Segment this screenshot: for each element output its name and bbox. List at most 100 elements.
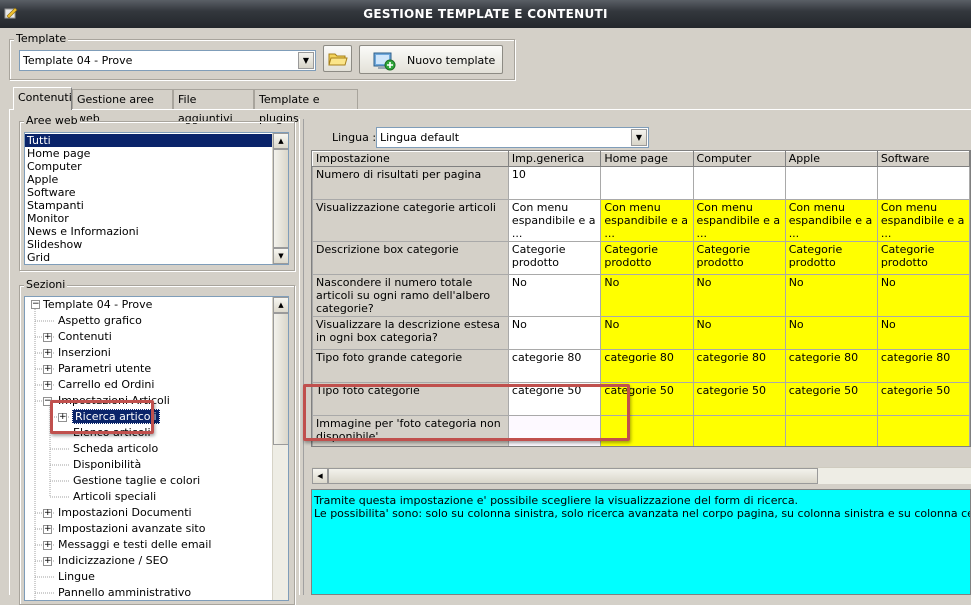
tab-file-aggiuntivi[interactable]: File aggiuntivi bbox=[173, 89, 254, 125]
aree-web-list[interactable]: Tutti Home page Computer Apple Software … bbox=[24, 132, 289, 265]
area-value-cell[interactable] bbox=[784, 415, 878, 446]
expand-icon[interactable]: + bbox=[43, 557, 52, 566]
generic-value-cell[interactable]: No bbox=[507, 274, 602, 317]
tree-node-impostazioni-documenti[interactable]: + Impostazioni Documenti bbox=[43, 505, 192, 521]
tree-node-lingue[interactable]: Lingue bbox=[58, 569, 95, 585]
tree-node-disponibilita[interactable]: Disponibilità bbox=[73, 457, 141, 473]
area-value-cell[interactable]: Con menu espandibile e a ... bbox=[600, 199, 694, 242]
table-row[interactable]: Nascondere il numero totale articoli su … bbox=[312, 274, 970, 317]
expand-icon[interactable]: + bbox=[43, 381, 52, 390]
table-row[interactable]: Descrizione box categorie Categorie prod… bbox=[312, 241, 970, 275]
template-select[interactable]: Template 04 - Prove ▼ bbox=[19, 50, 316, 71]
area-value-cell[interactable]: No bbox=[784, 316, 878, 350]
area-value-cell[interactable]: Categorie prodotto bbox=[600, 241, 694, 275]
tree-node-articoli-speciali[interactable]: Articoli speciali bbox=[73, 489, 156, 505]
column-header[interactable]: Software bbox=[876, 151, 970, 167]
expand-icon[interactable]: + bbox=[43, 509, 52, 518]
table-row[interactable]: Visualizzare la descrizione estesa in og… bbox=[312, 316, 970, 350]
list-item[interactable]: Home page bbox=[25, 147, 288, 160]
sezioni-scrollbar[interactable]: ▲ bbox=[272, 297, 288, 600]
column-header[interactable]: Apple bbox=[784, 151, 878, 167]
lingua-select[interactable]: Lingua default ▼ bbox=[376, 127, 649, 148]
scroll-up-icon[interactable]: ▲ bbox=[273, 133, 288, 149]
column-header[interactable]: Computer bbox=[692, 151, 786, 167]
area-value-cell[interactable]: No bbox=[600, 274, 694, 317]
area-value-cell[interactable]: No bbox=[600, 316, 694, 350]
expand-icon[interactable]: + bbox=[43, 349, 52, 358]
area-value-cell[interactable] bbox=[600, 166, 694, 200]
splitter[interactable] bbox=[299, 119, 304, 595]
tree-node-messaggi-email[interactable]: + Messaggi e testi delle email bbox=[43, 537, 211, 553]
grid-horizontal-scrollbar[interactable]: ◀ bbox=[312, 467, 971, 484]
list-item[interactable]: Tutti bbox=[25, 134, 272, 147]
tree-node-contenuti[interactable]: + Contenuti bbox=[43, 329, 112, 345]
area-value-cell[interactable]: categorie 80 bbox=[600, 349, 694, 383]
scroll-thumb[interactable] bbox=[328, 468, 818, 484]
list-item[interactable]: News e Informazioni bbox=[25, 225, 288, 238]
tab-contenuti[interactable]: Contenuti bbox=[13, 87, 72, 110]
area-value-cell[interactable]: Con menu espandibile e a ... bbox=[876, 199, 970, 242]
aree-web-scrollbar[interactable]: ▲ ▼ bbox=[272, 133, 288, 264]
generic-value-cell[interactable]: 10 bbox=[507, 166, 602, 200]
tree-node-taglie-colori[interactable]: Gestione taglie e colori bbox=[73, 473, 200, 489]
area-value-cell[interactable] bbox=[692, 415, 786, 446]
generic-value-cell[interactable]: No bbox=[507, 316, 602, 350]
area-value-cell[interactable] bbox=[784, 166, 878, 200]
tree-node-aspetto-grafico[interactable]: Aspetto grafico bbox=[58, 313, 142, 329]
scroll-down-icon[interactable]: ▼ bbox=[273, 248, 288, 264]
area-value-cell[interactable]: categorie 80 bbox=[876, 349, 970, 383]
list-item[interactable]: Apple bbox=[25, 173, 288, 186]
area-value-cell[interactable]: No bbox=[784, 274, 878, 317]
area-value-cell[interactable]: Categorie prodotto bbox=[692, 241, 786, 275]
tree-node-indicizzazione-seo[interactable]: + Indicizzazione / SEO bbox=[43, 553, 168, 569]
tree-node-template[interactable]: − Template 04 - Prove bbox=[29, 297, 152, 313]
scroll-up-icon[interactable]: ▲ bbox=[273, 297, 288, 313]
area-value-cell[interactable] bbox=[876, 166, 970, 200]
list-item[interactable]: Slideshow bbox=[25, 238, 288, 251]
area-value-cell[interactable]: categorie 50 bbox=[692, 382, 786, 416]
list-item[interactable]: Stampanti bbox=[25, 199, 288, 212]
column-header[interactable]: Imp.generica bbox=[507, 151, 602, 167]
open-folder-button[interactable] bbox=[323, 45, 352, 72]
expand-icon[interactable]: + bbox=[43, 365, 52, 374]
list-item[interactable]: Monitor bbox=[25, 212, 288, 225]
tab-gestione-aree-web[interactable]: Gestione aree web bbox=[72, 89, 173, 125]
list-item[interactable]: Grid bbox=[25, 251, 288, 264]
area-value-cell[interactable]: categorie 50 bbox=[876, 382, 970, 416]
generic-value-cell[interactable]: Con menu espandibile e a ... bbox=[507, 199, 602, 242]
expand-icon[interactable]: + bbox=[43, 541, 52, 550]
expand-icon[interactable]: + bbox=[43, 333, 52, 342]
tree-node-impostazioni-avanzate[interactable]: + Impostazioni avanzate sito bbox=[43, 521, 205, 537]
area-value-cell[interactable]: categorie 80 bbox=[784, 349, 878, 383]
collapse-icon[interactable]: − bbox=[31, 300, 40, 309]
area-value-cell[interactable]: No bbox=[876, 316, 970, 350]
tree-node-inserzioni[interactable]: + Inserzioni bbox=[43, 345, 111, 361]
sezioni-tree[interactable]: − Template 04 - Prove Aspetto grafico + … bbox=[24, 296, 289, 601]
scroll-thumb[interactable] bbox=[273, 313, 288, 445]
area-value-cell[interactable]: No bbox=[692, 316, 786, 350]
tree-node-pannello-amministrativo[interactable]: Pannello amministrativo bbox=[58, 585, 191, 600]
scroll-thumb[interactable] bbox=[273, 149, 288, 248]
combo-arrow-icon[interactable]: ▼ bbox=[298, 52, 314, 69]
table-row[interactable]: Numero di risultati per pagina 10 bbox=[312, 166, 970, 200]
area-value-cell[interactable] bbox=[692, 166, 786, 200]
list-item[interactable]: Computer bbox=[25, 160, 288, 173]
column-header[interactable]: Impostazione bbox=[312, 151, 509, 167]
scroll-left-icon[interactable]: ◀ bbox=[312, 468, 328, 484]
tree-node-scheda-articolo[interactable]: Scheda articolo bbox=[73, 441, 158, 457]
area-value-cell[interactable]: No bbox=[692, 274, 786, 317]
combo-arrow-icon[interactable]: ▼ bbox=[631, 129, 647, 146]
table-row[interactable]: Tipo foto grande categorie categorie 80 … bbox=[312, 349, 970, 383]
tree-node-carrello-ordini[interactable]: + Carrello ed Ordini bbox=[43, 377, 154, 393]
area-value-cell[interactable] bbox=[876, 415, 970, 446]
list-item[interactable]: Software bbox=[25, 186, 288, 199]
tab-template-e-plugins[interactable]: Template e plugins bbox=[254, 89, 358, 125]
area-value-cell[interactable]: Con menu espandibile e a ... bbox=[784, 199, 878, 242]
area-value-cell[interactable]: Categorie prodotto bbox=[784, 241, 878, 275]
area-value-cell[interactable]: Categorie prodotto bbox=[876, 241, 970, 275]
area-value-cell[interactable]: categorie 50 bbox=[784, 382, 878, 416]
generic-value-cell[interactable]: Categorie prodotto bbox=[507, 241, 602, 275]
area-value-cell[interactable]: categorie 80 bbox=[692, 349, 786, 383]
table-row[interactable]: Visualizzazione categorie articoli Con m… bbox=[312, 199, 970, 242]
expand-icon[interactable]: + bbox=[43, 525, 52, 534]
